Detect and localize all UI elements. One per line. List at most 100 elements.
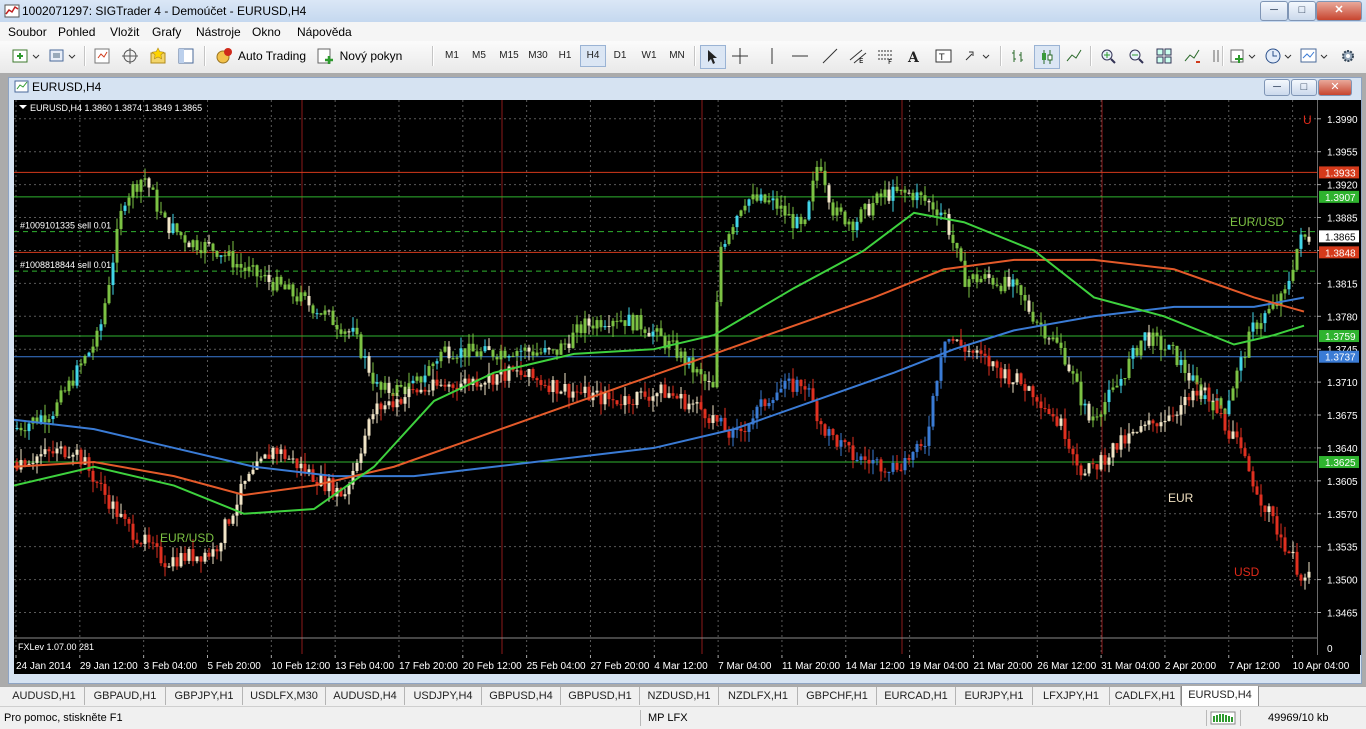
timeframe-h4[interactable]: H4 (580, 45, 606, 67)
options-button[interactable] (1336, 45, 1360, 67)
tab-usdlfx-m30[interactable]: USDLFX,M30 (243, 687, 326, 705)
eurusd-candle-body (203, 242, 207, 254)
timeframe-w1[interactable]: W1 (637, 46, 661, 66)
timeframe-h1[interactable]: H1 (553, 46, 577, 66)
zoom-in-button[interactable] (1096, 45, 1120, 67)
eurusd-candle-body (587, 318, 591, 326)
maximize-button[interactable]: □ (1288, 1, 1316, 21)
menu-insert[interactable]: Vložit (110, 25, 139, 39)
horizontal-line-button[interactable] (788, 45, 812, 67)
usd-candle-body (399, 399, 403, 404)
timeframe-m30[interactable]: M30 (524, 46, 552, 66)
profiles-button[interactable] (46, 45, 80, 67)
usd-candle-body (1219, 412, 1223, 415)
equidistant-channel-button[interactable]: E (846, 45, 870, 67)
tile-windows-button[interactable] (1152, 45, 1176, 67)
tab-eurjpy-h1[interactable]: EURJPY,H1 (956, 687, 1033, 705)
vertical-line-button[interactable] (760, 45, 784, 67)
trendline-button[interactable] (818, 45, 842, 67)
minimize-button[interactable]: ─ (1260, 1, 1288, 21)
favorites-button[interactable] (146, 45, 170, 67)
eurusd-candle-body (1047, 338, 1051, 340)
tab-audusd-h1[interactable]: AUDUSD,H1 (4, 687, 85, 705)
timeframe-m5[interactable]: M5 (467, 46, 491, 66)
time-tick-label: 29 Jan 12:00 (80, 661, 138, 672)
eurusd-candle-body (1083, 403, 1087, 406)
menu-window[interactable]: Okno (252, 25, 281, 39)
arrows-button[interactable] (962, 45, 994, 67)
tab-eurusd-h4[interactable]: EURUSD,H4 (1181, 686, 1259, 707)
usd-candle-body (1023, 384, 1027, 391)
menu-file[interactable]: Soubor (8, 25, 47, 39)
timeframe-mn[interactable]: MN (664, 46, 690, 66)
eurusd-candle-body (1027, 300, 1031, 312)
tab-usdjpy-h4[interactable]: USDJPY,H4 (405, 687, 482, 705)
indicators-button[interactable] (1228, 45, 1260, 67)
usd-candle-body (267, 454, 271, 459)
menu-charts[interactable]: Grafy (152, 25, 181, 39)
chart-minimize-button[interactable]: ─ (1264, 79, 1290, 96)
timeframe-m1[interactable]: M1 (440, 46, 464, 66)
price-level-tag-label: 1.3848 (1325, 248, 1356, 259)
text-label-button[interactable]: T (932, 45, 956, 67)
market-watch-button[interactable] (90, 45, 114, 67)
new-chart-button[interactable] (8, 45, 44, 67)
time-tick-label: 3 Feb 04:00 (144, 661, 198, 672)
eurusd-candle-body (943, 212, 947, 215)
text-tool-button[interactable]: A (902, 45, 926, 67)
line-chart-button[interactable] (1062, 45, 1086, 67)
eurusd-candle-body (19, 427, 23, 431)
eurusd-candle-body (399, 384, 403, 387)
templates-button[interactable] (1298, 45, 1332, 67)
eurusd-candle-body (1139, 340, 1143, 356)
chart-close-button[interactable]: ✕ (1318, 79, 1352, 96)
usd-candle-body (255, 461, 259, 470)
tab-gbpchf-h1[interactable]: GBPCHF,H1 (798, 687, 877, 705)
eurusd-candle-body (915, 192, 919, 201)
cursor-tool-button[interactable] (700, 45, 726, 69)
usd-candle-body (1207, 387, 1211, 402)
auto-trading-button[interactable]: Auto Trading (212, 45, 308, 67)
tab-gbpusd-h1[interactable]: GBPUSD,H1 (561, 687, 640, 705)
terminal-button[interactable] (174, 45, 198, 67)
candle-chart-button[interactable] (1034, 45, 1060, 69)
tab-nzdlfx-h1[interactable]: NZDLFX,H1 (719, 687, 798, 705)
crosshair-target-icon (122, 48, 138, 64)
eurusd-candle-body (47, 419, 51, 423)
tab-cadlfx-h1[interactable]: CADLFX,H1 (1110, 687, 1181, 705)
autoscroll-button[interactable] (1180, 45, 1204, 67)
chart-maximize-button[interactable]: □ (1291, 79, 1317, 96)
close-button[interactable]: ✕ (1316, 1, 1362, 21)
usd-candle-body (907, 457, 911, 460)
menu-tools[interactable]: Nástroje (196, 25, 241, 39)
menu-view[interactable]: Pohled (58, 25, 95, 39)
bar-chart-button[interactable] (1006, 45, 1030, 67)
tab-gbpjpy-h1[interactable]: GBPJPY,H1 (166, 687, 243, 705)
timeframe-m15[interactable]: M15 (495, 46, 523, 66)
tab-eurcad-h1[interactable]: EURCAD,H1 (877, 687, 956, 705)
tab-lfxjpy-h1[interactable]: LFXJPY,H1 (1033, 687, 1110, 705)
tab-audusd-h4[interactable]: AUDUSD,H4 (326, 687, 405, 705)
tab-gbpusd-h4[interactable]: GBPUSD,H4 (482, 687, 561, 705)
new-order-button[interactable]: Nový pokyn (314, 45, 404, 67)
tab-gbpaud-h1[interactable]: GBPAUD,H1 (85, 687, 166, 705)
menu-help[interactable]: Nápověda (297, 25, 352, 39)
eurusd-candle-body (635, 315, 639, 331)
timeframe-d1[interactable]: D1 (608, 46, 632, 66)
price-tick-label: 1.3465 (1327, 608, 1358, 619)
zoom-out-button[interactable] (1124, 45, 1148, 67)
eurusd-candle-body (451, 358, 455, 360)
eurusd-candle-body (231, 251, 235, 268)
eurusd-candle-body (1175, 345, 1179, 366)
price-tick-label: 1.3535 (1327, 543, 1358, 554)
usd-candle-body (1079, 465, 1083, 476)
crosshair-tool-button[interactable] (728, 45, 752, 67)
navigator-button[interactable] (118, 45, 142, 67)
usd-candle-body (1267, 506, 1271, 513)
fibonacci-button[interactable]: F (874, 45, 898, 67)
eurusd-candle-body (95, 330, 99, 347)
tab-nzdusd-h1[interactable]: NZDUSD,H1 (640, 687, 719, 705)
usd-candle-body (391, 401, 395, 408)
periods-button[interactable] (1262, 45, 1296, 67)
eurusd-candle-body (819, 166, 823, 171)
